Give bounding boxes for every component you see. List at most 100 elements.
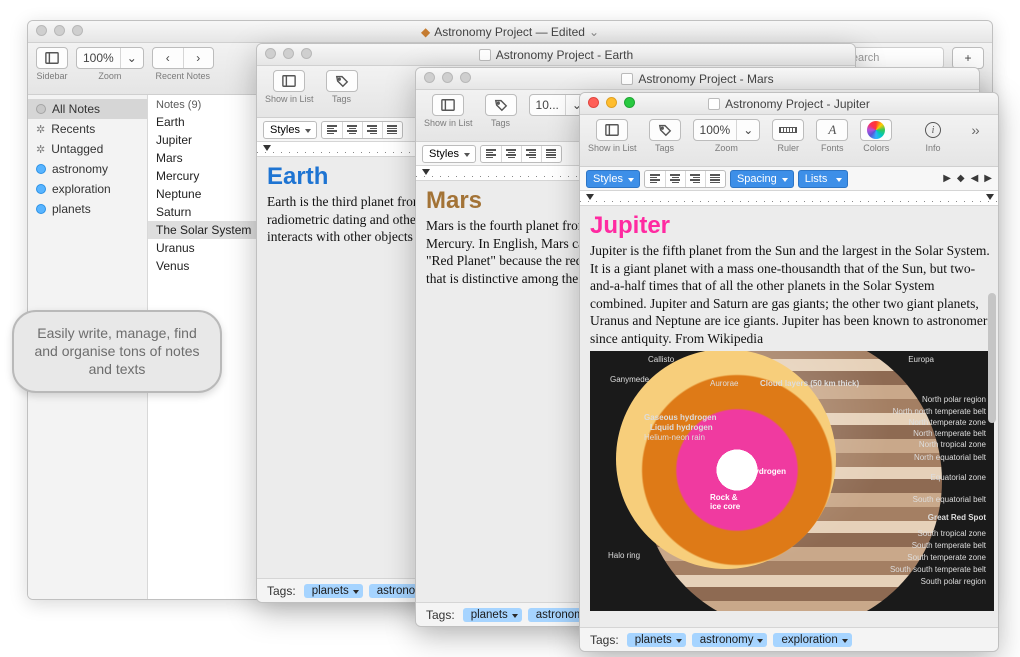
tag-chip[interactable]: astronomy (692, 633, 768, 647)
close-icon[interactable] (588, 97, 599, 108)
minimize-icon[interactable] (442, 72, 453, 83)
diagram-label: Metallic hydrogen (718, 467, 786, 476)
fonts-button[interactable]: A (817, 120, 847, 140)
zoom-icon[interactable] (624, 97, 635, 108)
show-in-list-label: Show in List (424, 118, 473, 128)
tags-button-label: Tags (491, 118, 510, 128)
align-justify-button[interactable] (382, 122, 402, 138)
zoom-icon[interactable] (460, 72, 471, 83)
show-in-list-button[interactable] (433, 95, 463, 115)
tags-label: Tags: (267, 584, 296, 598)
minimize-icon[interactable] (606, 97, 617, 108)
spacing-select[interactable]: Spacing (730, 170, 794, 188)
minimize-icon[interactable] (54, 25, 65, 36)
tags-button[interactable] (327, 71, 357, 91)
align-group[interactable] (480, 145, 562, 163)
lists-select[interactable]: Lists (798, 170, 848, 188)
recent-back-button[interactable]: ‹ (153, 48, 183, 68)
align-center-button[interactable] (342, 122, 362, 138)
diagram-label: North temperate belt (913, 429, 986, 438)
align-right-button[interactable] (362, 122, 382, 138)
align-left-button[interactable] (481, 146, 501, 162)
earth-titlebar: Astronomy Project - Earth (257, 44, 855, 66)
zoom-icon[interactable] (301, 48, 312, 59)
recent-fwd-button[interactable]: › (183, 48, 213, 68)
align-group[interactable] (644, 170, 726, 188)
color-wheel-icon (867, 121, 885, 139)
close-icon[interactable] (265, 48, 276, 59)
diagram-label: North equatorial belt (914, 453, 986, 462)
zoom-value[interactable]: 100% (694, 120, 737, 140)
doc-icon (708, 98, 720, 110)
window-title: Astronomy Project - Jupiter (725, 97, 870, 111)
window-title: Astronomy Project - Earth (496, 48, 633, 62)
sidebar-item-all-notes[interactable]: All Notes (28, 99, 147, 119)
diagram-label: Great Red Spot (928, 513, 986, 522)
align-left-button[interactable] (645, 171, 665, 187)
note-image: Callisto Ganymede Europa Aurorae Cloud l… (590, 351, 994, 611)
align-justify-button[interactable] (541, 146, 561, 162)
align-right-button[interactable] (685, 171, 705, 187)
tags-button[interactable] (486, 95, 516, 115)
show-in-list-button[interactable] (274, 71, 304, 91)
diagram-label: South polar region (921, 577, 986, 586)
align-group[interactable] (321, 121, 403, 139)
nav-arrows[interactable]: ▶◆◀▶ (943, 173, 992, 184)
note-body[interactable]: Jupiter is the fifth planet from the Sun… (590, 242, 994, 347)
tags-label: Tags: (590, 633, 619, 647)
chevron-down-icon[interactable]: ⌄ (736, 120, 759, 140)
main-titlebar: ◆ Astronomy Project — Edited ⌄ (28, 21, 992, 43)
overflow-button[interactable]: ›› (960, 119, 990, 141)
zoom-value[interactable]: 10... (530, 95, 565, 115)
zoom-icon[interactable] (72, 25, 83, 36)
sidebar-item-exploration[interactable]: exploration (28, 179, 147, 199)
diagram-label: Ganymede (610, 375, 649, 384)
scrollbar[interactable] (988, 293, 996, 423)
doc-icon (479, 49, 491, 61)
tag-chip[interactable]: exploration (773, 633, 851, 647)
sidebar-item-label: Recents (51, 122, 95, 136)
add-button[interactable]: + (953, 48, 983, 68)
align-left-button[interactable] (322, 122, 342, 138)
ruler-button[interactable] (773, 120, 803, 140)
zoom-stepper-icon[interactable]: ⌄ (120, 48, 143, 68)
diagram-label: North tropical zone (919, 440, 986, 449)
tags-button[interactable] (650, 120, 680, 140)
sidebar-item-planets[interactable]: planets (28, 199, 147, 219)
diagram-label: North polar region (922, 395, 986, 404)
sidebar-item-label: exploration (52, 182, 111, 196)
zoom-value[interactable]: 100% (77, 48, 120, 68)
fonts-label: Fonts (821, 143, 844, 153)
sidebar-toggle-button[interactable] (37, 48, 67, 68)
diagram-label: Liquid hydrogen (650, 423, 713, 432)
diagram-label: Cloud layers (50 km thick) (760, 379, 859, 388)
sidebar-item-untagged[interactable]: ✲Untagged (28, 139, 147, 159)
sidebar-item-astronomy[interactable]: astronomy (28, 159, 147, 179)
styles-select[interactable]: Styles (586, 170, 640, 188)
align-justify-button[interactable] (705, 171, 725, 187)
marketing-callout: Easily write, manage, find and organise … (12, 310, 222, 393)
close-icon[interactable] (424, 72, 435, 83)
sidebar-item-recents[interactable]: ✲Recents (28, 119, 147, 139)
sidebar-label: Sidebar (36, 71, 67, 81)
styles-select[interactable]: Styles (263, 121, 317, 139)
close-icon[interactable] (36, 25, 47, 36)
show-in-list-button[interactable] (597, 120, 627, 140)
align-center-button[interactable] (501, 146, 521, 162)
diagram-label: North temperate zone (909, 418, 986, 427)
info-button[interactable]: i (918, 119, 948, 141)
diagram-label: Equatorial zone (930, 473, 986, 482)
styles-select[interactable]: Styles (422, 145, 476, 163)
align-right-button[interactable] (521, 146, 541, 162)
align-center-button[interactable] (665, 171, 685, 187)
doc-icon (621, 73, 633, 85)
minimize-icon[interactable] (283, 48, 294, 59)
tag-chip[interactable]: planets (304, 584, 363, 598)
tag-chip[interactable]: planets (463, 608, 522, 622)
tag-chip[interactable]: planets (627, 633, 686, 647)
ruler[interactable] (580, 191, 998, 206)
colors-label: Colors (863, 143, 889, 153)
diagram-label: Callisto (648, 355, 674, 364)
show-in-list-label: Show in List (265, 94, 314, 104)
colors-button[interactable] (861, 120, 891, 140)
